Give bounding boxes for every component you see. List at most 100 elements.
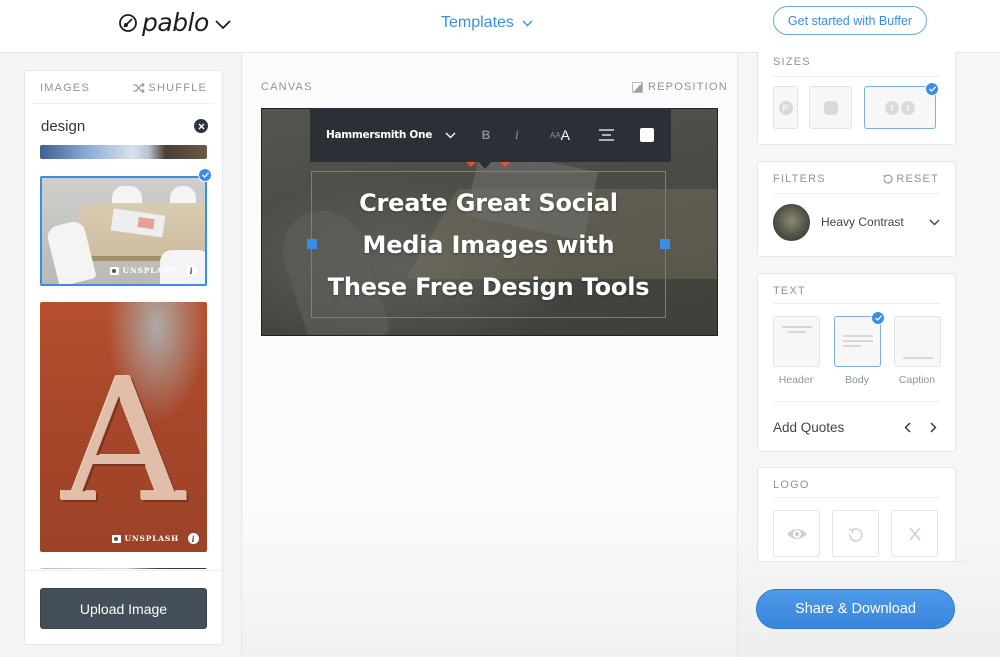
chevron-down-icon bbox=[929, 219, 940, 225]
info-icon[interactable]: i bbox=[186, 265, 197, 276]
pinterest-icon: P bbox=[778, 100, 793, 115]
upload-image-button[interactable]: Upload Image bbox=[40, 588, 207, 629]
image-thumbnail-selected[interactable]: UNSPLASH i bbox=[40, 176, 207, 286]
shuffle-button[interactable]: SHUFFLE bbox=[133, 82, 207, 94]
instagram-icon bbox=[823, 100, 838, 115]
unsplash-credit: UNSPLASH i bbox=[109, 265, 197, 276]
selected-check-icon bbox=[925, 82, 939, 96]
font-dropdown-button[interactable] bbox=[442, 125, 458, 145]
reset-icon bbox=[883, 174, 893, 184]
text-style-label: Body bbox=[845, 374, 869, 386]
get-started-button[interactable]: Get started with Buffer bbox=[773, 6, 927, 35]
filter-dropdown[interactable]: Heavy Contrast bbox=[773, 203, 940, 241]
next-quote-button[interactable] bbox=[926, 419, 940, 435]
resize-handle-right[interactable] bbox=[660, 239, 670, 249]
logo-panel: LOGO bbox=[757, 467, 956, 562]
align-center-icon bbox=[598, 129, 614, 141]
bold-button[interactable]: B bbox=[478, 125, 494, 145]
facebook-icon: f bbox=[885, 100, 899, 115]
resize-handle-left[interactable] bbox=[307, 239, 317, 249]
font-selector[interactable]: Hammersmith One bbox=[326, 129, 432, 141]
chevron-down-icon bbox=[215, 19, 231, 29]
headline-line: These Free Design Tools bbox=[327, 272, 650, 301]
credit-label: UNSPLASH bbox=[124, 534, 179, 543]
images-title: IMAGES bbox=[40, 82, 90, 94]
selected-check-icon bbox=[871, 311, 885, 325]
image-search-input[interactable] bbox=[41, 117, 181, 135]
templates-label: Templates bbox=[441, 14, 514, 31]
shuffle-icon bbox=[133, 83, 146, 93]
twitter-icon: t bbox=[901, 100, 915, 115]
filters-title: FILTERS bbox=[773, 173, 826, 185]
divider bbox=[773, 76, 940, 77]
show-logo-button[interactable] bbox=[773, 510, 820, 557]
text-style-caption[interactable] bbox=[894, 316, 941, 367]
eye-icon bbox=[786, 528, 807, 539]
reset-filters-button[interactable]: RESET bbox=[883, 173, 939, 185]
toolbar-marker-left bbox=[466, 162, 476, 167]
divider bbox=[773, 303, 940, 304]
reposition-label: REPOSITION bbox=[648, 81, 728, 93]
image-search bbox=[41, 116, 208, 136]
toolbar-pointer bbox=[478, 161, 492, 169]
share-download-button[interactable]: Share & Download bbox=[756, 589, 955, 629]
clear-search-button[interactable] bbox=[194, 119, 208, 133]
divider bbox=[773, 401, 940, 402]
reposition-button[interactable]: REPOSITION bbox=[632, 81, 728, 93]
image-thumbnail[interactable] bbox=[40, 145, 207, 159]
replace-logo-button[interactable] bbox=[832, 510, 879, 557]
font-size-large-glyph: A bbox=[560, 127, 570, 143]
add-quotes-label[interactable]: Add Quotes bbox=[773, 420, 888, 435]
headline-line: Media Images with bbox=[362, 230, 615, 259]
filter-name: Heavy Contrast bbox=[821, 215, 904, 229]
pablo-logo-icon bbox=[119, 13, 137, 32]
line-glyph bbox=[903, 357, 933, 359]
headline-line: Create Great Social bbox=[359, 188, 618, 217]
canvas-text-box[interactable]: Create Great Social Media Images with Th… bbox=[311, 171, 666, 318]
images-panel: IMAGES SHUFFLE UNSPLASH i bbox=[24, 70, 223, 645]
line-glyph bbox=[788, 331, 806, 333]
sizes-title: SIZES bbox=[773, 56, 811, 68]
unsplash-credit: UNSPLASH i bbox=[111, 533, 199, 544]
image-results-list[interactable]: UNSPLASH i A UNSPLASH i bbox=[40, 145, 207, 569]
divider bbox=[25, 570, 222, 571]
size-option-pinterest[interactable]: P bbox=[773, 86, 798, 129]
sizes-panel: SIZES P f t bbox=[757, 52, 956, 145]
line-glyph bbox=[843, 345, 861, 347]
image-thumbnail[interactable]: A UNSPLASH i bbox=[40, 302, 207, 552]
templates-menu[interactable]: Templates bbox=[441, 14, 533, 32]
text-title: TEXT bbox=[773, 285, 806, 297]
divider bbox=[773, 193, 940, 194]
text-style-label: Header bbox=[778, 374, 814, 386]
font-size-small-glyph: AA bbox=[549, 130, 561, 140]
text-color-swatch[interactable] bbox=[640, 128, 654, 142]
size-option-instagram[interactable] bbox=[809, 86, 852, 129]
canvas-title: CANVAS bbox=[261, 81, 313, 93]
image-thumbnail[interactable] bbox=[40, 568, 207, 569]
chevron-left-icon bbox=[904, 422, 910, 432]
info-icon[interactable]: i bbox=[188, 533, 199, 544]
top-header: pablo Templates Get started with Buffer bbox=[0, 0, 1000, 53]
close-icon bbox=[908, 527, 921, 540]
brand-menu[interactable]: pablo bbox=[118, 8, 231, 37]
line-glyph bbox=[843, 340, 873, 342]
previous-quote-button[interactable] bbox=[900, 419, 914, 435]
rusty-letter: A bbox=[62, 343, 185, 541]
text-toolbar: Hammersmith One B i AA A bbox=[310, 108, 671, 162]
shuffle-label: SHUFFLE bbox=[148, 82, 207, 94]
text-style-header[interactable] bbox=[773, 316, 820, 367]
font-size-button[interactable]: AA A bbox=[546, 125, 574, 145]
line-glyph bbox=[843, 335, 873, 337]
add-quotes-row: Add Quotes bbox=[773, 416, 940, 438]
filter-preview bbox=[773, 203, 810, 241]
align-center-button[interactable] bbox=[598, 125, 614, 145]
headline-text[interactable]: Create Great Social Media Images with Th… bbox=[320, 182, 658, 308]
camera-icon bbox=[109, 266, 119, 275]
toolbar-marker-right bbox=[500, 162, 510, 167]
italic-button[interactable]: i bbox=[510, 125, 524, 145]
divider bbox=[33, 103, 214, 104]
selected-check-icon bbox=[198, 168, 212, 182]
remove-logo-button[interactable] bbox=[891, 510, 938, 557]
divider bbox=[757, 561, 965, 562]
chevron-down-icon bbox=[522, 20, 533, 26]
